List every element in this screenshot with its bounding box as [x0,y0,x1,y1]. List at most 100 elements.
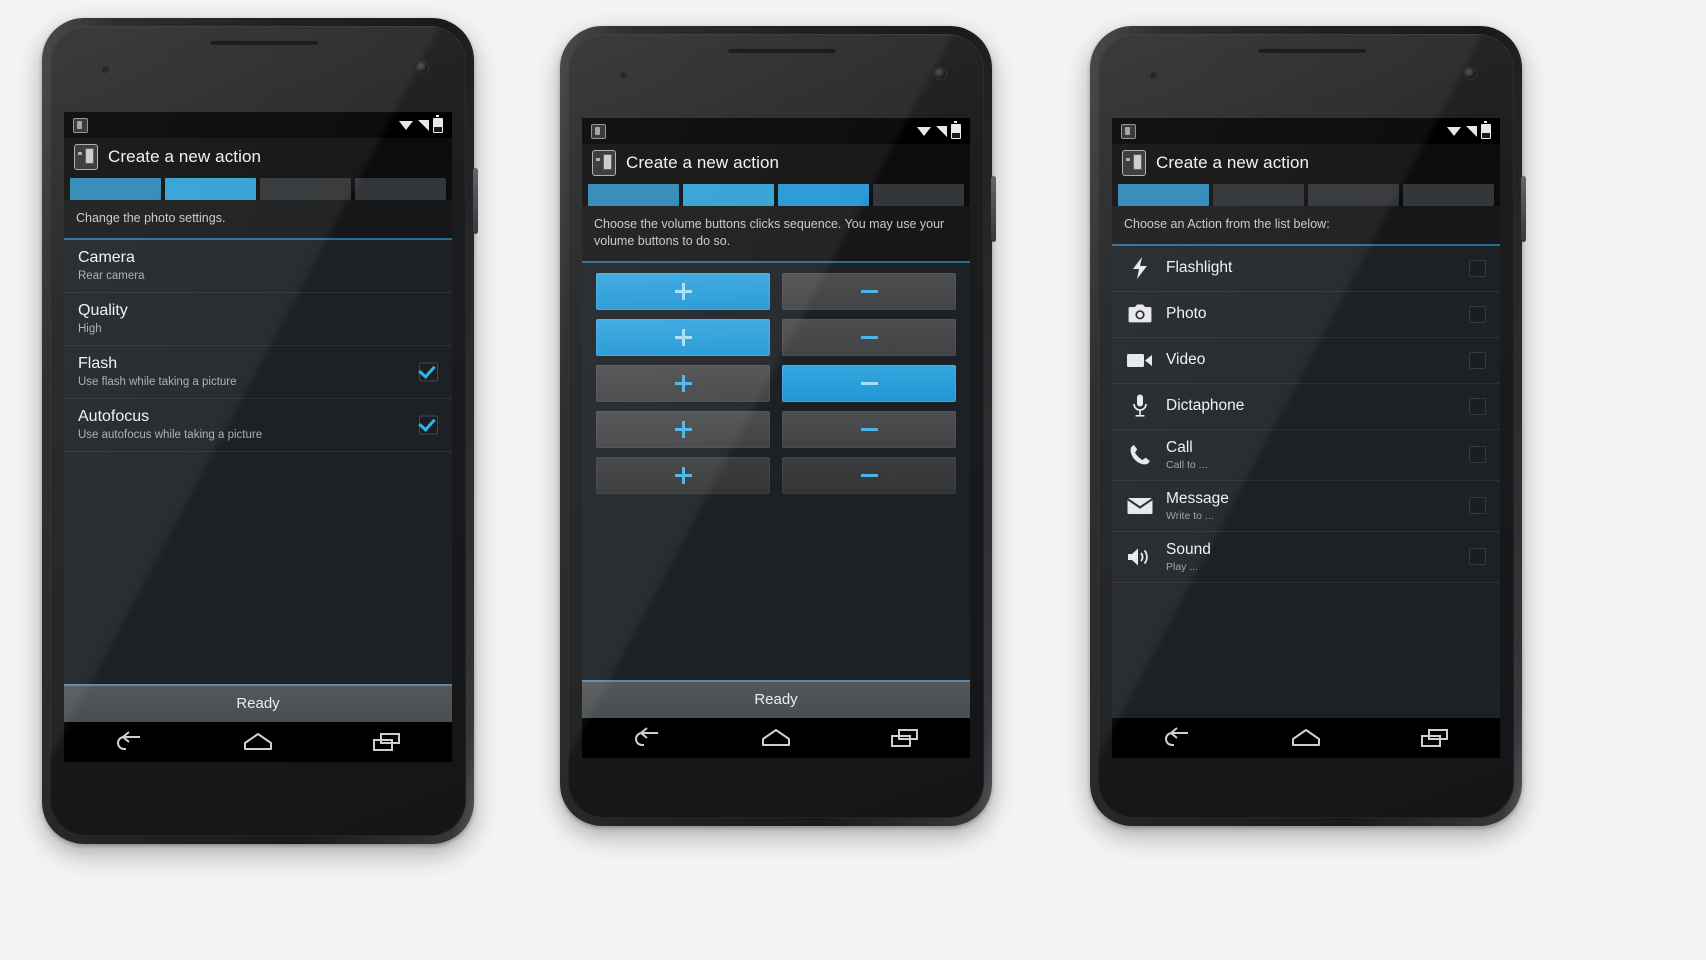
action-title: Video [1166,351,1206,369]
volume-up-button[interactable] [596,456,770,494]
volume-sequence-grid [582,262,970,680]
volume-down-button[interactable] [782,318,956,356]
autofocus-checkbox[interactable] [419,415,438,435]
back-icon[interactable] [624,725,670,751]
phone-device-1: Create a new action Change the photo set… [42,18,478,844]
setting-row-autofocus[interactable]: Autofocus Use autofocus while taking a p… [64,399,452,452]
phone-3-glass: Create a new action Choose an Action fro… [1098,34,1514,818]
wifi-icon [1447,126,1462,137]
status-bar-3 [1112,118,1500,144]
android-navigation-bar-1 [64,722,452,762]
action-checkbox[interactable] [1469,548,1486,566]
action-checkbox[interactable] [1469,305,1486,323]
setting-row-flash[interactable]: Flash Use flash while taking a picture [64,346,452,399]
phone-2-glass: Create a new action Choose the volume bu… [568,34,984,818]
cellular-signal-icon [1466,125,1477,137]
phone-1-screen: Create a new action Change the photo set… [64,112,452,762]
proximity-sensor-1 [102,66,109,73]
volume-up-button[interactable] [596,364,770,402]
setting-row-camera[interactable]: Camera Rear camera [64,240,452,293]
volume-down-button[interactable] [782,410,956,448]
action-subtitle: Play ... [1166,560,1199,573]
back-icon[interactable] [1154,725,1200,751]
action-row-sound[interactable]: Sound Play ... [1112,532,1500,583]
wizard-step-1 [588,184,679,206]
volume-down-button[interactable] [782,364,956,402]
volume-up-button[interactable] [596,272,770,310]
action-bar-1: Create a new action [64,138,452,178]
action-title: Message [1166,489,1229,507]
battery-icon [951,121,961,139]
wizard-step-bar-1 [64,178,452,200]
wizard-step-3 [778,184,869,206]
volume-sequence-row [596,456,956,494]
volume-rocker-1[interactable] [473,168,478,234]
wizard-step-4 [1403,184,1494,206]
recents-icon[interactable] [882,725,928,751]
wizard-step-bar-2 [582,184,970,206]
proximity-sensor-2 [620,72,627,79]
setting-subtitle: Rear camera [78,269,145,282]
ready-button[interactable]: Ready [582,680,970,718]
action-row-photo[interactable]: Photo [1112,292,1500,338]
wizard-step-1 [70,178,161,200]
cellular-signal-icon [936,125,947,137]
home-icon[interactable] [753,725,799,751]
front-camera-3 [1465,68,1476,79]
minus-icon [860,289,878,293]
wizard-step-4 [873,184,964,206]
setting-title: Autofocus [78,407,150,425]
action-checkbox[interactable] [1469,259,1486,277]
home-icon[interactable] [235,729,281,755]
microphone-icon [1126,394,1154,418]
action-bar-2: Create a new action [582,144,970,184]
wifi-icon [917,126,932,137]
wizard-step-2 [683,184,774,206]
action-checkbox[interactable] [1469,397,1486,415]
recents-icon[interactable] [364,729,410,755]
cellular-signal-icon [418,119,429,131]
action-row-flashlight[interactable]: Flashlight [1112,246,1500,292]
page-title: Create a new action [1156,153,1310,172]
volume-rocker-3[interactable] [1521,176,1526,242]
phone-action-icon [74,144,98,170]
setting-subtitle: Use autofocus while taking a picture [78,428,263,441]
flash-checkbox[interactable] [419,362,438,382]
volume-up-button[interactable] [596,410,770,448]
phone-3-screen: Create a new action Choose an Action fro… [1112,118,1500,758]
action-row-call[interactable]: Call Call to ... [1112,430,1500,481]
setting-subtitle: High [78,322,102,335]
plus-icon [674,282,692,300]
wizard-step-4 [355,178,446,200]
volume-up-button[interactable] [596,318,770,356]
android-navigation-bar-2 [582,718,970,758]
wifi-icon [399,120,414,131]
volume-down-button[interactable] [782,272,956,310]
setting-subtitle: Use flash while taking a picture [78,375,237,388]
action-row-dictaphone[interactable]: Dictaphone [1112,384,1500,430]
app-window-icon [73,117,88,133]
earpiece-speaker-2 [728,48,836,53]
page-title: Create a new action [626,153,780,172]
volume-rocker-2[interactable] [991,176,996,242]
ready-button[interactable]: Ready [64,684,452,722]
home-icon[interactable] [1283,725,1329,751]
action-checkbox[interactable] [1469,497,1486,515]
photo-settings-list: Camera Rear camera Quality High Flash Us… [64,239,452,684]
setting-row-quality[interactable]: Quality High [64,293,452,346]
action-checkbox[interactable] [1469,446,1486,464]
action-subtitle: Call to ... [1166,458,1208,471]
action-title: Sound [1166,540,1211,558]
recents-icon[interactable] [1412,725,1458,751]
speaker-icon [1126,546,1154,568]
volume-sequence-row [596,410,956,448]
action-row-video[interactable]: Video [1112,338,1500,384]
action-row-message[interactable]: Message Write to ... [1112,481,1500,532]
volume-sequence-row [596,318,956,356]
volume-down-button[interactable] [782,456,956,494]
back-icon[interactable] [106,729,152,755]
action-checkbox[interactable] [1469,351,1486,369]
android-navigation-bar-3 [1112,718,1500,758]
action-title: Flashlight [1166,259,1233,277]
front-camera-1 [417,62,428,73]
